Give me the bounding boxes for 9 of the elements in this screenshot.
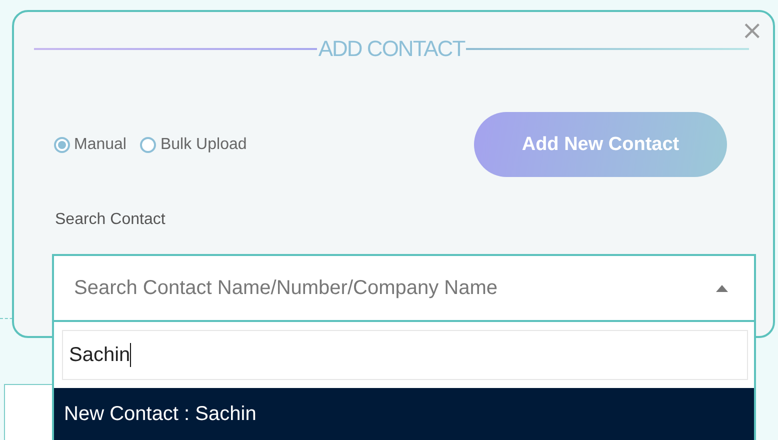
dropdown-option[interactable]: New Contact : Sachin xyxy=(54,388,754,440)
dialog-title: ADD CONTACT xyxy=(317,36,466,62)
radio-label: Bulk Upload xyxy=(160,136,247,154)
radio-option[interactable]: Manual xyxy=(54,136,126,154)
radio-option[interactable]: Bulk Upload xyxy=(140,136,247,154)
field-label: Search Contact xyxy=(55,211,166,229)
search-input[interactable]: Sachin xyxy=(62,330,748,380)
contact-select[interactable]: Search Contact Name/Number/Company Name xyxy=(52,254,756,322)
radio-label: Manual xyxy=(74,136,126,154)
